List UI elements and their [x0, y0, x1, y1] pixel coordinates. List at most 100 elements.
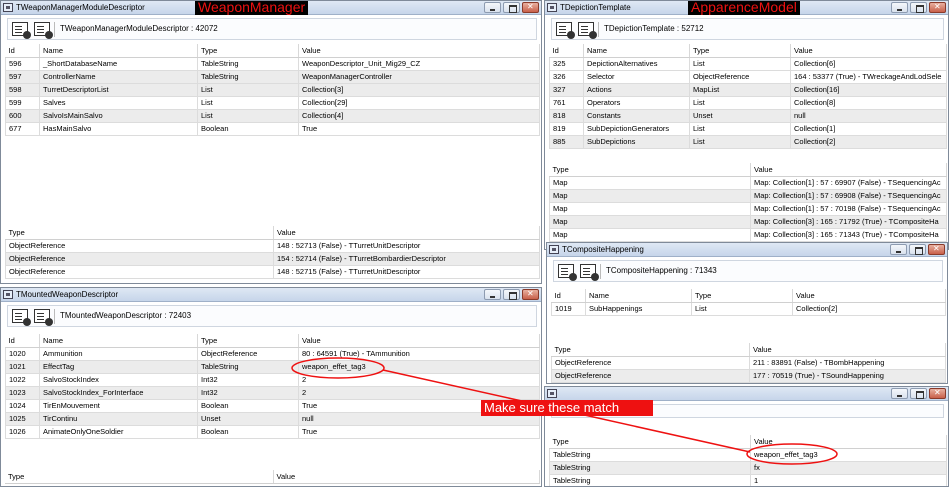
minimize-icon[interactable] [891, 388, 908, 399]
effect-tag-match-value: weapon_effet_tag3 [750, 447, 947, 462]
minimize-icon[interactable] [484, 2, 501, 13]
maximize-icon[interactable] [503, 2, 520, 13]
collection-table: Type Value [5, 470, 540, 484]
column-header-value[interactable]: Value [298, 334, 540, 348]
table-row[interactable]: ObjectReference 148 : 52715 (False) - TTu… [5, 264, 540, 279]
table-row[interactable]: 596 _ShortDatabaseName TableString WeaponDe… [5, 56, 540, 71]
column-header-type[interactable]: Type [551, 343, 750, 357]
add-item-icon[interactable] [12, 22, 31, 39]
annotation-title-apparencemodel: ApparenceModel [688, 1, 800, 15]
table-row[interactable]: 761 Operators List Collection[8] [549, 95, 947, 110]
close-icon[interactable] [522, 2, 539, 13]
column-header-value[interactable]: Value [750, 435, 947, 449]
table-row[interactable]: 819 SubDepictionGenerators List Collection[… [549, 121, 947, 136]
table-row[interactable]: 1022 SalvoStockIndex Int32 2 [5, 372, 540, 387]
table-row[interactable]: Map Map: Collection[1] : 57 : 70198 (Fals… [549, 201, 947, 216]
table-row[interactable]: 597 ControllerName TableString WeaponManage… [5, 69, 540, 84]
weapon-manager-titlebar[interactable]: TWeaponManagerModuleDescriptor WeaponMan… [1, 1, 541, 15]
maximize-icon[interactable] [909, 244, 926, 255]
table-row[interactable]: Map Map: Collection[3] : 165 : 71792 (Tru… [549, 214, 947, 229]
column-header-value[interactable]: Value [273, 226, 540, 240]
add-item-icon[interactable] [556, 22, 575, 39]
remove-item-icon[interactable] [580, 264, 599, 281]
table-row[interactable]: 1023 SalvoStockIndex_ForInterface Int32 2 [5, 385, 540, 400]
table-row[interactable]: ObjectReference 211 : 83891 (False) - TBo… [551, 355, 946, 370]
table-row[interactable]: ObjectReference 148 : 52713 (False) - TTu… [5, 238, 540, 253]
maximize-icon[interactable] [910, 388, 927, 399]
table-row[interactable]: 326 Selector ObjectReference 164 : 53377 (T… [549, 69, 947, 84]
column-header-value[interactable]: Value [749, 343, 946, 357]
column-header-value[interactable]: Value [750, 163, 947, 177]
close-icon[interactable] [522, 289, 539, 300]
close-icon[interactable] [929, 2, 946, 13]
table-row[interactable]: TableString weapon_effet_tag3 [549, 447, 947, 462]
table-row[interactable]: 325 DepictionAlternatives List Collection[6… [549, 56, 947, 71]
table-row[interactable]: ObjectReference 177 : 70519 (True) - TSou… [551, 368, 946, 383]
remove-item-icon[interactable] [34, 22, 53, 39]
table-row[interactable]: 818 Constants Unset null [549, 108, 947, 123]
column-header-id[interactable]: Id [549, 44, 584, 58]
table-row[interactable]: 1026 AnimateOnlyOneSoldier Boolean True [5, 424, 540, 439]
window-title: TMountedWeaponDescriptor [16, 290, 119, 299]
column-header-name[interactable]: Name [583, 44, 690, 58]
string-table-titlebar[interactable] [545, 387, 948, 401]
add-item-icon[interactable] [558, 264, 577, 281]
table-row[interactable]: 1021 EffectTag TableString weapon_effet_tag… [5, 359, 540, 374]
column-header-type[interactable]: Type [549, 435, 751, 449]
column-header-value[interactable]: Value [790, 44, 947, 58]
maximize-icon[interactable] [910, 2, 927, 13]
remove-item-icon[interactable] [578, 22, 597, 39]
column-header-value[interactable]: Value [273, 470, 540, 484]
table-row[interactable]: 885 SubDepictions List Collection[2] [549, 134, 947, 149]
column-header-id[interactable]: Id [551, 289, 586, 303]
table-row[interactable]: TableString fx [549, 460, 947, 475]
close-icon[interactable] [928, 244, 945, 255]
column-header-name[interactable]: Name [39, 44, 198, 58]
composite-happening-titlebar[interactable]: TCompositeHappening [547, 243, 947, 257]
table-row[interactable]: Map Map: Collection[1] : 57 : 69907 (Fals… [549, 175, 947, 190]
column-header-value[interactable]: Value [298, 44, 540, 58]
table-row[interactable]: TableString 1 [549, 473, 947, 486]
properties-table: Id Name Type Value 596 _ShortDatabaseName… [5, 44, 540, 136]
collection-table: Type Value TableString weapon_effet_tag3 … [549, 435, 947, 486]
collection-table: Type Value ObjectReference 211 : 83891 (F… [551, 343, 946, 383]
column-header-name[interactable]: Name [585, 289, 692, 303]
table-row[interactable]: Map Map: Collection[3] : 165 : 71343 (Tru… [549, 227, 947, 242]
table-row[interactable]: Map Map: Collection[1] : 57 : 69908 (Fals… [549, 188, 947, 203]
column-header-id[interactable]: Id [5, 44, 40, 58]
table-row[interactable]: 1025 TirContinu Unset null [5, 411, 540, 426]
column-header-type[interactable]: Type [689, 44, 791, 58]
column-header-type[interactable]: Type [549, 163, 751, 177]
table-row[interactable]: 600 SalvoIsMainSalvo List Collection[4] [5, 108, 540, 123]
depiction-template-titlebar[interactable]: TDepictionTemplate ApparenceModel [545, 1, 948, 15]
close-icon[interactable] [929, 388, 946, 399]
table-row[interactable]: 1019 SubHappenings List Collection[2] [551, 301, 946, 316]
mounted-weapon-window: TMountedWeaponDescriptor TMountedWeaponD… [0, 287, 542, 487]
table-row[interactable]: 598 TurretDescriptorList List Collection[3] [5, 82, 540, 97]
minimize-icon[interactable] [890, 244, 907, 255]
maximize-icon[interactable] [503, 289, 520, 300]
remove-item-icon[interactable] [34, 309, 53, 326]
table-row[interactable]: 677 HasMainSalvo Boolean True [5, 121, 540, 136]
column-header-type[interactable]: Type [5, 226, 274, 240]
column-header-name[interactable]: Name [39, 334, 198, 348]
table-row[interactable]: ObjectReference 154 : 52714 (False) - TTu… [5, 251, 540, 266]
mounted-weapon-titlebar[interactable]: TMountedWeaponDescriptor [1, 288, 541, 302]
column-header-type[interactable]: Type [5, 470, 274, 484]
column-header-type[interactable]: Type [691, 289, 793, 303]
column-header-type[interactable]: Type [197, 44, 299, 58]
column-header-value[interactable]: Value [792, 289, 946, 303]
properties-table: Id Name Type Value 325 DepictionAlternati… [549, 44, 947, 149]
column-header-type[interactable]: Type [197, 334, 299, 348]
table-row[interactable]: 1024 TirEnMouvement Boolean True [5, 398, 540, 413]
table-row[interactable]: 327 Actions MapList Collection[16] [549, 82, 947, 97]
table-row[interactable]: 1020 Ammunition ObjectReference 80 : 64591 … [5, 346, 540, 361]
window-icon [547, 389, 557, 398]
minimize-icon[interactable] [484, 289, 501, 300]
weapon-manager-window: TWeaponManagerModuleDescriptor WeaponMan… [0, 0, 542, 284]
column-header-id[interactable]: Id [5, 334, 40, 348]
window-title: TCompositeHappening [562, 245, 644, 254]
table-row[interactable]: 599 Salves List Collection[29] [5, 95, 540, 110]
minimize-icon[interactable] [891, 2, 908, 13]
add-item-icon[interactable] [12, 309, 31, 326]
